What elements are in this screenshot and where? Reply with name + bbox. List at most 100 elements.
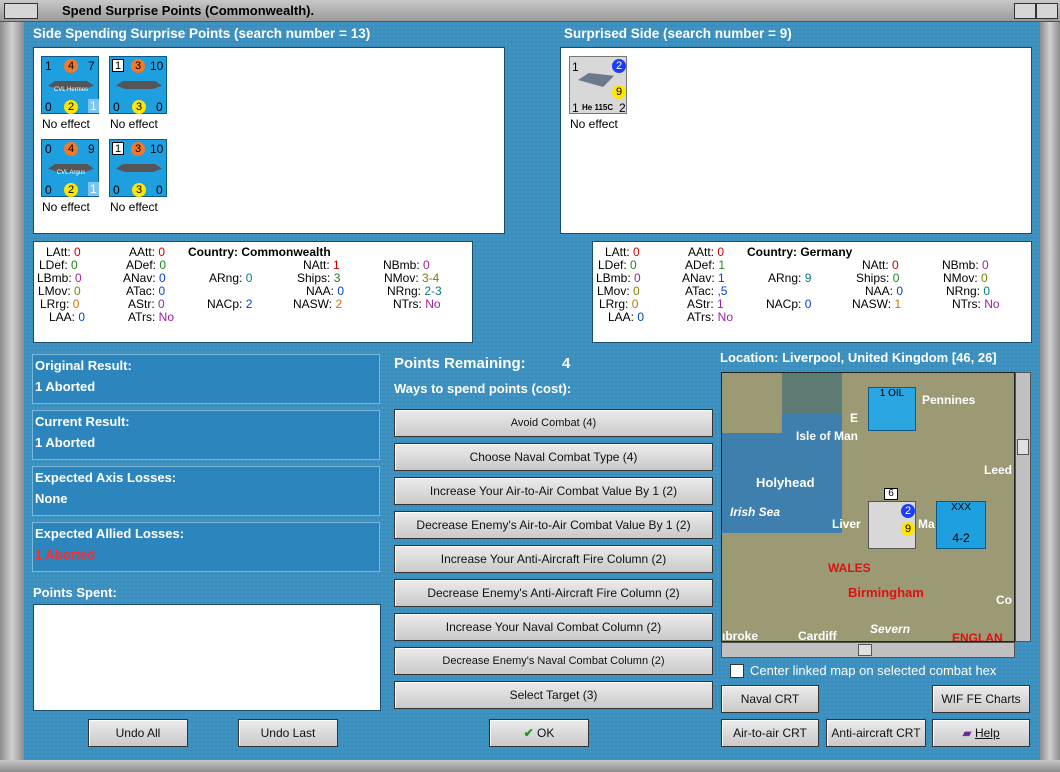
map-label-holyhead: Holyhead [756, 475, 815, 490]
allied-losses-value: 1 Aborted [35, 547, 96, 562]
choose-naval-combat-type-button[interactable]: Choose Naval Combat Type (4) [394, 443, 713, 471]
points-remaining-value: 4 [562, 355, 571, 372]
map-label-e: E [850, 411, 859, 425]
stat-nbmb: NBmb: 0 [383, 258, 430, 272]
counter-value: 9 [612, 85, 626, 99]
air-to-air-crt-button[interactable]: Air-to-air CRT [721, 719, 819, 747]
ways-to-spend-label: Ways to spend points (cost): [394, 381, 572, 396]
stat-ships: Ships: 0 [856, 271, 900, 285]
counter-name: He 115C [582, 103, 614, 112]
map-label-cardiff: Cardiff [798, 629, 837, 642]
anti-aircraft-crt-button[interactable]: Anti-aircraft CRT [826, 719, 926, 747]
points-spent-list[interactable] [33, 604, 381, 711]
counter-value: 0 [156, 100, 163, 114]
map-label-england: ENGLAN [952, 631, 1003, 642]
counter-value: 1 [88, 182, 99, 196]
map-he115c-counter[interactable]: 2 9 [868, 501, 916, 549]
stat-naa: NAA: 0 [865, 284, 904, 298]
counter-value: 1 [572, 101, 579, 115]
counter-value: 3 [131, 142, 145, 156]
original-result-value: 1 Aborted [35, 379, 96, 394]
stat-naa: NAA: 0 [306, 284, 345, 298]
window-frame-right [1040, 22, 1060, 772]
naval-crt-button[interactable]: Naval CRT [721, 685, 819, 713]
unit-counter-cruiser-1[interactable]: 1 3 10 0 3 0 [109, 56, 167, 114]
counter-value: 3 [132, 100, 146, 114]
axis-losses-box: Expected Axis Losses: None [32, 466, 380, 516]
map-label-liverpool: Liver [832, 517, 861, 531]
counter-value: 0 [113, 183, 120, 197]
unit-effect: No effect [570, 117, 618, 131]
avoid-combat-button[interactable]: Avoid Combat (4) [394, 409, 713, 437]
stat-nrng: NRng: 2-3 [387, 284, 442, 298]
dialog-body: Side Spending Surprise Points (search nu… [24, 22, 1040, 760]
unit-counter-he115c[interactable]: 1 2 9 1 He 115C 2 [569, 56, 627, 115]
map-label-wales: WALES [828, 561, 871, 575]
stat-country: Country: Commonwealth [188, 245, 331, 259]
map-label-irish-sea: Irish Sea [730, 505, 781, 519]
allied-losses-box: Expected Allied Losses: 1 Aborted [32, 522, 380, 572]
map-horizontal-scrollbar[interactable] [721, 642, 1015, 658]
close-button[interactable] [1036, 3, 1058, 19]
location-map[interactable]: Pennines Isle of Man E Holyhead Irish Se… [721, 372, 1015, 642]
increase-anti-aircraft-button[interactable]: Increase Your Anti-Aircraft Fire Column … [394, 545, 713, 573]
germany-stats-panel: LAtt: 0 LDef: 0 LBmb: 0 LMov: 0 LRrg: 0 … [592, 241, 1032, 343]
stat-country: Country: Germany [747, 245, 853, 259]
unit-effect: No effect [110, 200, 158, 214]
stat-nbmb: NBmb: 0 [942, 258, 989, 272]
counter-value: 7 [88, 59, 95, 73]
unit-counter-cvl-argus[interactable]: 0 4 9 CVL Argus 0 2 1 [41, 139, 99, 197]
left-side-header: Side Spending Surprise Points (search nu… [33, 26, 371, 41]
stat-nasw: NASW: 2 [293, 297, 343, 311]
stat-ldef: LDef: 0 [39, 258, 78, 272]
unit-effect: No effect [42, 200, 90, 214]
counter-value: 0 [113, 100, 120, 114]
scroll-thumb[interactable] [858, 644, 872, 656]
location-label: Location: Liverpool, United Kingdom [46,… [720, 350, 997, 365]
increase-air-to-air-button[interactable]: Increase Your Air-to-Air Combat Value By… [394, 477, 713, 505]
counter-value: 4 [64, 142, 78, 156]
stat-aatt: AAtt: 0 [129, 245, 166, 259]
system-menu-button[interactable] [4, 3, 38, 19]
center-linked-map-checkbox[interactable] [730, 664, 744, 678]
stat-nmov: NMov: 3-4 [384, 271, 440, 285]
decrease-enemy-air-to-air-button[interactable]: Decrease Enemy's Air-to-Air Combat Value… [394, 511, 713, 539]
unit-effect: No effect [110, 117, 158, 131]
unit-counter-cvl-hermes[interactable]: 1 4 7 CVL Hermes 0 2 1 [41, 56, 99, 114]
decrease-enemy-anti-aircraft-button[interactable]: Decrease Enemy's Anti-Aircraft Fire Colu… [394, 579, 713, 607]
counter-value: 3 [131, 59, 145, 73]
unit-counter-cruiser-2[interactable]: 1 3 10 0 3 0 [109, 139, 167, 197]
counter-value: 2 [64, 183, 78, 197]
counter-value: 1 [112, 59, 124, 72]
ship-icon [116, 164, 162, 172]
select-target-button[interactable]: Select Target (3) [394, 681, 713, 709]
decrease-enemy-naval-combat-button[interactable]: Decrease Enemy's Naval Combat Column (2) [394, 647, 713, 675]
points-spent-label: Points Spent: [33, 585, 117, 600]
window-title: Spend Surprise Points (Commonwealth). [62, 3, 315, 18]
counter-name: CVL Hermes [53, 87, 89, 93]
stat-atac: ATac: ,5 [685, 284, 728, 298]
stat-adef: ADef: 0 [126, 258, 167, 272]
wif-fe-charts-button[interactable]: WIF FE Charts [932, 685, 1030, 713]
counter-value: 3 [132, 183, 146, 197]
map-corps-counter[interactable]: XXX 4-2 [936, 501, 986, 549]
points-remaining-label: Points Remaining: [394, 355, 526, 372]
oil-resource-marker[interactable]: 1 OIL [868, 387, 916, 431]
minimize-button[interactable] [1014, 3, 1036, 19]
oil-label: 1 OIL [879, 388, 905, 399]
help-button[interactable]: ▰ Help [932, 719, 1030, 747]
scroll-thumb[interactable] [1017, 439, 1029, 455]
corps-value: 4-2 [952, 531, 970, 545]
counter-value: 4 [64, 59, 78, 73]
increase-naval-combat-button[interactable]: Increase Your Naval Combat Column (2) [394, 613, 713, 641]
undo-last-button[interactable]: Undo Last [238, 719, 338, 747]
counter-value: 10 [150, 142, 164, 156]
stat-anav: ANav: 1 [682, 271, 725, 285]
map-land-wales [722, 533, 862, 641]
map-vertical-scrollbar[interactable] [1015, 372, 1031, 642]
ok-button-label: OK [537, 726, 555, 740]
undo-all-button[interactable]: Undo All [88, 719, 188, 747]
stat-astr: AStr: 0 [128, 297, 165, 311]
stat-astr: AStr: 1 [687, 297, 724, 311]
ok-button[interactable]: ✔ OK [489, 719, 589, 747]
